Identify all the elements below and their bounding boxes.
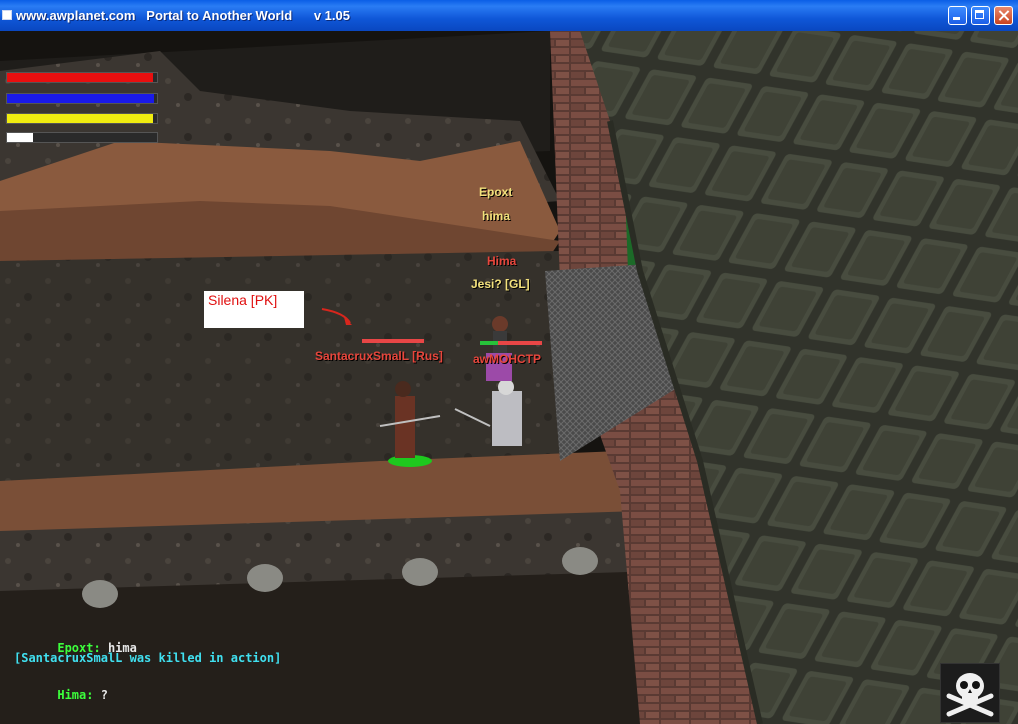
epoxt-speech-label: hima — [482, 209, 511, 223]
app-icon[interactable] — [2, 10, 12, 20]
stamina-bar-fill — [7, 114, 153, 123]
santacrux-name-label: SantacruxSmalL [Rus] — [315, 349, 443, 363]
mana-bar-fill — [7, 94, 154, 103]
window-title: www.awplanet.com Portal to Another World… — [16, 8, 350, 23]
chat-line: Hima: ? — [14, 674, 108, 716]
awmohctp-name-label: awMOHCTP — [473, 352, 542, 366]
pk-status-indicator[interactable] — [940, 663, 1000, 723]
chat-message: ? — [100, 688, 108, 702]
experience-bar-fill — [7, 133, 33, 142]
chat-system-line: [SantacruxSmalL was killed in action] — [14, 651, 282, 665]
stamina-bar — [6, 113, 158, 124]
silena-pk-label: Silena [PK] — [208, 292, 278, 308]
health-bar-fill — [7, 73, 153, 82]
experience-bar — [6, 132, 158, 143]
health-bar — [6, 72, 158, 83]
close-button[interactable] — [994, 6, 1013, 25]
game-window: www.awplanet.com Portal to Another World… — [0, 0, 1018, 724]
epoxt-name-label: Epoxt — [479, 185, 513, 199]
mana-bar — [6, 93, 158, 104]
jesi-name-label: Jesi? [GL] — [471, 277, 530, 291]
maximize-button[interactable] — [971, 6, 990, 25]
title-bar[interactable]: www.awplanet.com Portal to Another World… — [0, 0, 1018, 31]
hima-name-label: Hima — [487, 254, 517, 268]
silena-pk-label-box: Silena [PK] — [204, 291, 304, 328]
skull-crossbones-icon — [946, 673, 994, 717]
game-viewport[interactable]: Epoxt hima Hima Jesi? [GL] Silena [PK] S… — [0, 31, 1018, 724]
chat-sender: Hima: — [57, 688, 94, 702]
minimize-button[interactable] — [948, 6, 967, 25]
